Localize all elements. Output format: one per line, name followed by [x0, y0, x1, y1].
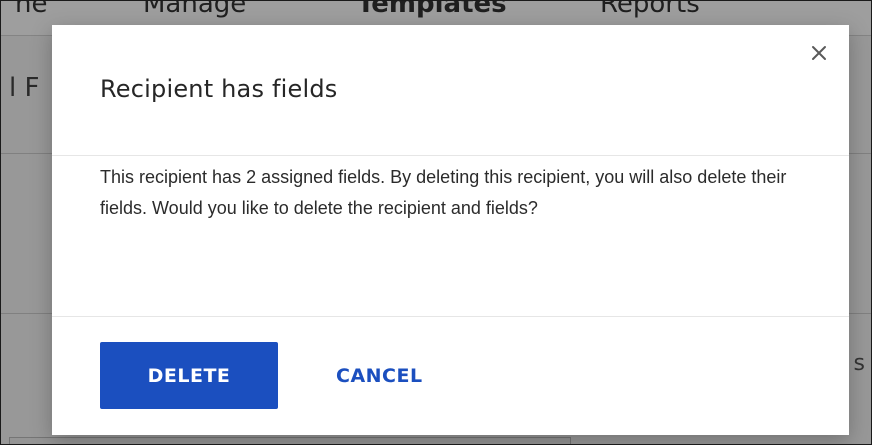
dialog-title: Recipient has fields — [100, 75, 338, 103]
cancel-button[interactable]: CANCEL — [316, 342, 456, 409]
dialog-header-divider — [52, 155, 849, 156]
dialog-message: This recipient has 2 assigned fields. By… — [100, 167, 787, 218]
recipient-fields-dialog: Recipient has fields This recipient has … — [52, 25, 849, 435]
close-button[interactable] — [807, 41, 831, 65]
dialog-footer-divider — [52, 316, 849, 317]
close-icon — [812, 46, 826, 60]
delete-button[interactable]: DELETE — [100, 342, 278, 409]
app-window: ne Manage Templates Reports l F s Recipi… — [0, 0, 872, 445]
